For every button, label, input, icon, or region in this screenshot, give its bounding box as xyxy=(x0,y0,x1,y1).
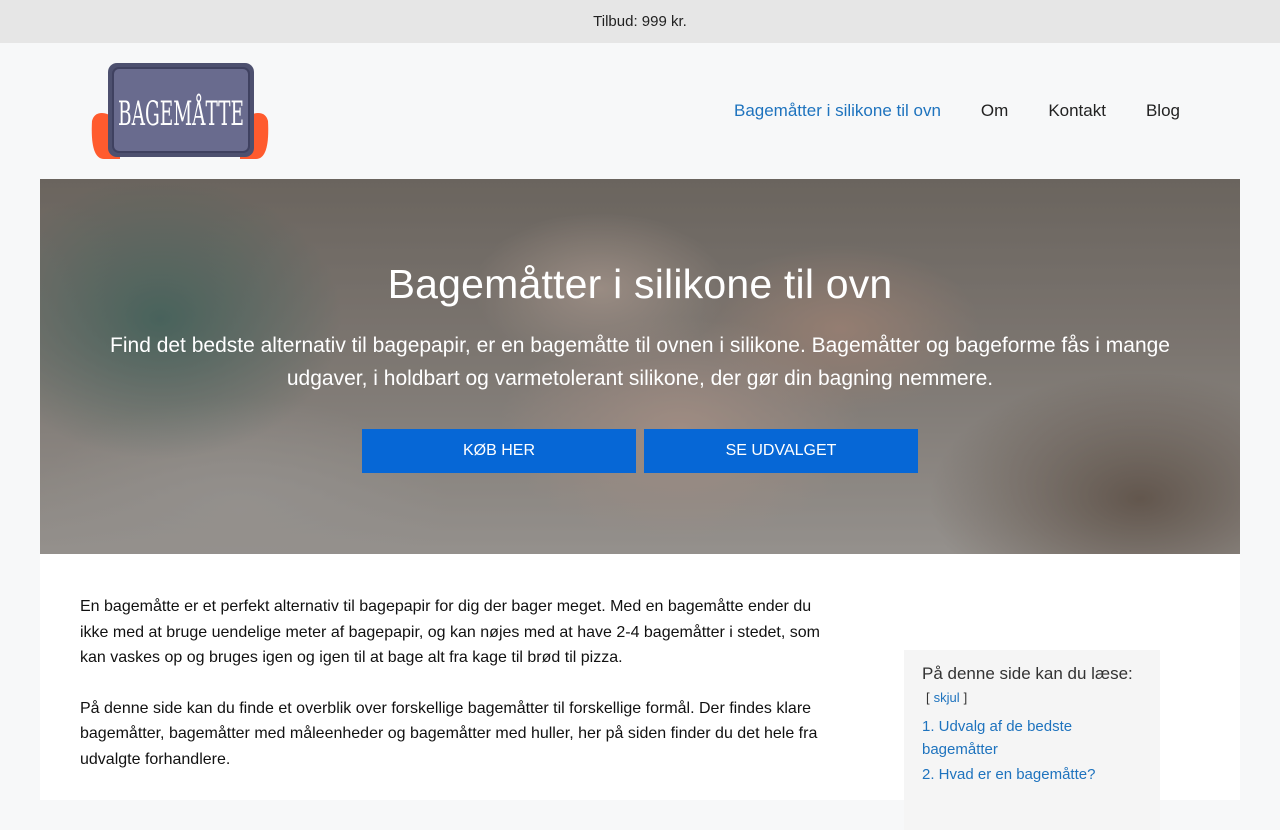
article-paragraph: En bagemåtte er et perfekt alternativ ti… xyxy=(80,598,820,667)
see-selection-button[interactable]: SE UDVALGET xyxy=(644,429,918,473)
main-content: En bagemåtte er et perfekt alternativ ti… xyxy=(40,554,1240,830)
nav-item-kontakt[interactable]: Kontakt xyxy=(1048,101,1106,121)
hero-description: Find det bedste alternativ til bagepapir… xyxy=(110,334,1170,390)
announcement-bar: Tilbud: 999 kr. xyxy=(0,0,1280,43)
article-body: En bagemåtte er et perfekt alternativ ti… xyxy=(80,594,820,798)
site-logo[interactable]: BAGEMÅTTE xyxy=(90,63,270,159)
site-header: BAGEMÅTTE Bagemåtter i silikone til ovn … xyxy=(0,43,1280,179)
toc-bracket-close: ] xyxy=(963,690,968,705)
table-of-contents: På denne side kan du læse: [ skjul] 1. Ud… xyxy=(904,650,1160,830)
toc-item[interactable]: 1. Udvalg af de bedste bagemåtter xyxy=(922,715,1142,761)
main-nav: Bagemåtter i silikone til ovn Om Kontakt… xyxy=(734,43,1180,179)
toc-hide-link[interactable]: skjul xyxy=(934,690,960,705)
toc-item[interactable]: 2. Hvad er en bagemåtte? xyxy=(922,763,1142,786)
hero-banner: Bagemåtter i silikone til ovn Find det b… xyxy=(40,179,1240,554)
announcement-text: Tilbud: 999 kr. xyxy=(593,13,687,30)
hero-buttons: KØB HER SE UDVALGET xyxy=(362,429,918,473)
logo-text: BAGEMÅTTE xyxy=(118,93,244,134)
article-paragraph: På denne side kan du finde et overblik o… xyxy=(80,699,818,768)
toc-list: 1. Udvalg af de bedste bagemåtter 2. Hva… xyxy=(922,715,1142,786)
nav-item-blog[interactable]: Blog xyxy=(1146,101,1180,121)
toc-title: På denne side kan du læse: xyxy=(922,664,1133,683)
nav-item-om[interactable]: Om xyxy=(981,101,1008,121)
toc-bracket-open: [ xyxy=(926,690,930,705)
buy-here-button[interactable]: KØB HER xyxy=(362,429,636,473)
toc-toggle-wrapper: [ skjul] xyxy=(926,690,1142,705)
hero-title: Bagemåtter i silikone til ovn xyxy=(387,261,893,307)
nav-item-bagemaatter[interactable]: Bagemåtter i silikone til ovn xyxy=(734,101,941,121)
